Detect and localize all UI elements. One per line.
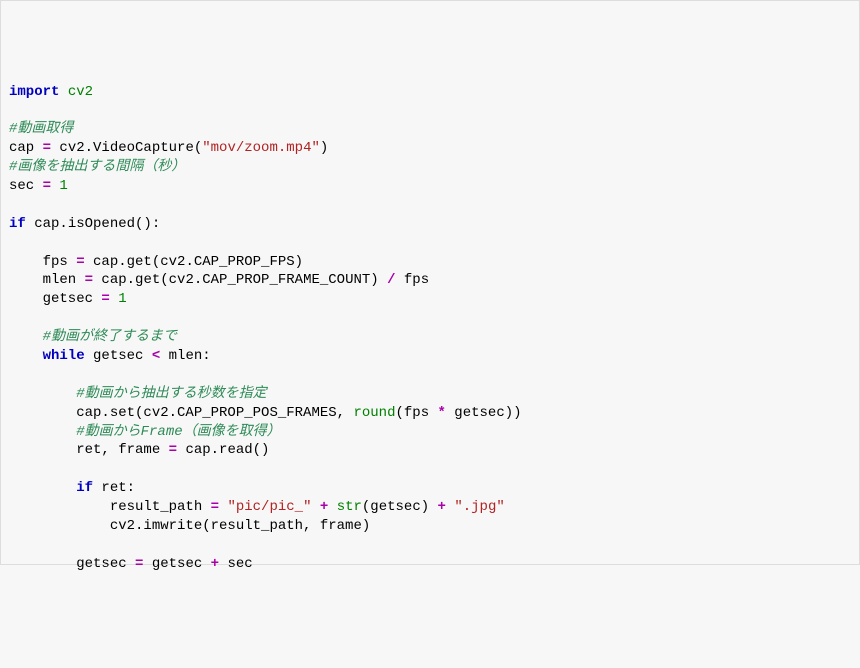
op-assign: =	[43, 140, 51, 156]
ident: sec	[9, 178, 43, 194]
ident: ret, frame	[9, 442, 169, 458]
string: ".jpg"	[454, 499, 504, 515]
op-plus: +	[438, 499, 446, 515]
ident: getsec	[143, 556, 210, 572]
expr: cap.isOpened():	[26, 216, 160, 232]
call: cap.get(cv2.CAP_PROP_FRAME_COUNT)	[93, 272, 387, 288]
paren: (fps	[395, 405, 437, 421]
op-lt: <	[152, 348, 160, 364]
call: cap.read()	[177, 442, 269, 458]
kw-if: if	[76, 480, 93, 496]
ident: getsec))	[446, 405, 522, 421]
op-mul: *	[438, 405, 446, 421]
op-assign: =	[85, 272, 93, 288]
ident: result_path	[9, 499, 211, 515]
ident: mlen	[9, 272, 85, 288]
call: cv2.VideoCapture(	[51, 140, 202, 156]
kw-while: while	[43, 348, 85, 364]
kw-if: if	[9, 216, 26, 232]
ident: fps	[9, 254, 76, 270]
ident: cap	[9, 140, 43, 156]
string: "mov/zoom.mp4"	[202, 140, 320, 156]
ident: getsec	[9, 291, 101, 307]
comment: #動画取得	[9, 121, 73, 137]
op-assign: =	[76, 254, 84, 270]
builtin-str: str	[337, 499, 362, 515]
comment: #動画が終了するまで	[9, 329, 177, 345]
number: 1	[59, 178, 67, 194]
op-plus: +	[211, 556, 219, 572]
ident: sec	[219, 556, 253, 572]
paren: (getsec)	[362, 499, 438, 515]
ident: fps	[396, 272, 430, 288]
indent	[9, 348, 43, 364]
space	[311, 499, 319, 515]
comment: #画像を抽出する間隔（秒）	[9, 159, 185, 175]
ident: getsec	[9, 556, 135, 572]
comment: #動画から抽出する秒数を指定	[9, 386, 267, 402]
space	[110, 291, 118, 307]
string: "pic/pic_"	[227, 499, 311, 515]
op-assign: =	[101, 291, 109, 307]
ident: ret:	[93, 480, 135, 496]
op-assign: =	[169, 442, 177, 458]
comment: #動画からFrame（画像を取得）	[9, 424, 281, 440]
op-div: /	[387, 272, 395, 288]
ident: mlen:	[160, 348, 210, 364]
paren: )	[320, 140, 328, 156]
indent	[9, 480, 76, 496]
call: cap.set(cv2.CAP_PROP_POS_FRAMES,	[9, 405, 353, 421]
mod-cv2: cv2	[59, 84, 93, 100]
call: cv2.imwrite(result_path, frame)	[9, 518, 370, 534]
op-assign: =	[43, 178, 51, 194]
kw-import: import	[9, 84, 59, 100]
builtin-round: round	[353, 405, 395, 421]
op-assign: =	[211, 499, 219, 515]
call: cap.get(cv2.CAP_PROP_FPS)	[85, 254, 303, 270]
ident: getsec	[85, 348, 152, 364]
code-block: import cv2 #動画取得 cap = cv2.VideoCapture(…	[9, 83, 851, 574]
number: 1	[118, 291, 126, 307]
space	[328, 499, 336, 515]
